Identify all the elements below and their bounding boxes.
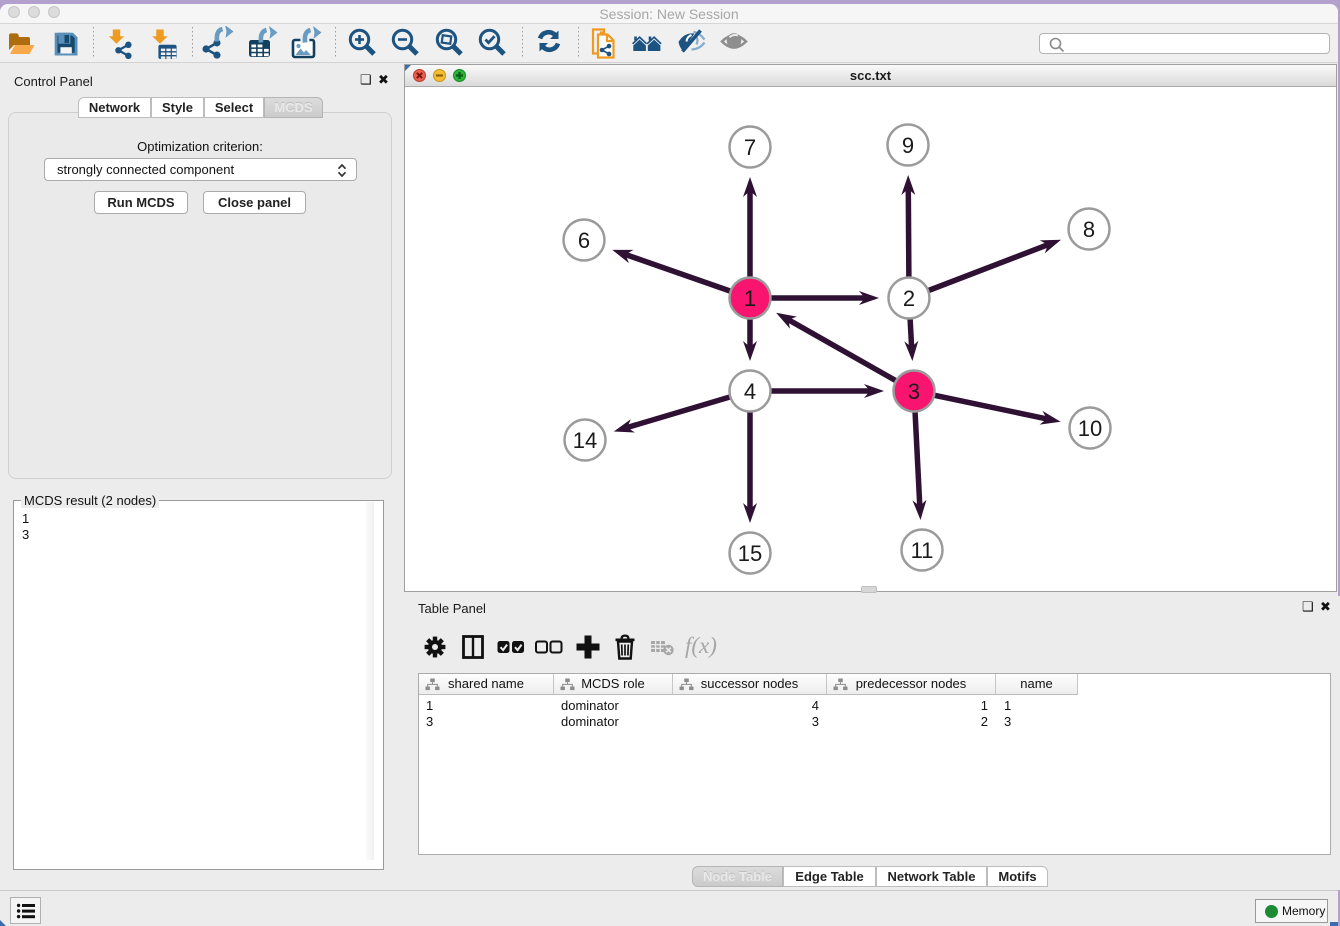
svg-text:2: 2: [903, 286, 915, 311]
svg-text:10: 10: [1078, 416, 1102, 441]
svg-text:6: 6: [578, 228, 590, 253]
svg-text:7: 7: [744, 135, 756, 160]
svg-text:4: 4: [744, 379, 756, 404]
svg-text:8: 8: [1083, 217, 1095, 242]
svg-text:1: 1: [744, 286, 756, 311]
svg-text:15: 15: [738, 541, 762, 566]
svg-text:3: 3: [908, 379, 920, 404]
svg-text:9: 9: [902, 133, 914, 158]
svg-text:14: 14: [573, 428, 597, 453]
svg-text:11: 11: [911, 538, 934, 563]
